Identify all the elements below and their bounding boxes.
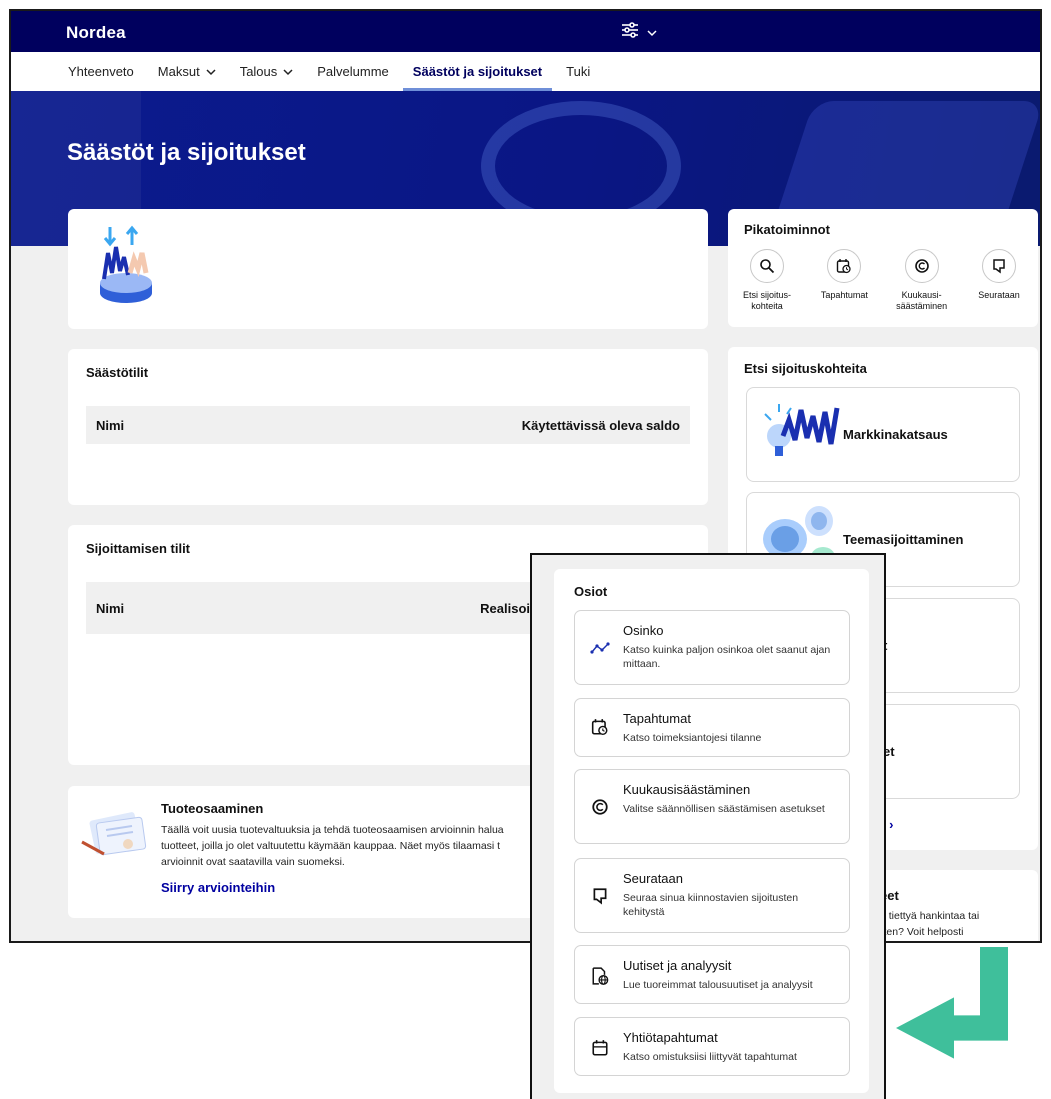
search-icon[interactable] xyxy=(750,249,784,283)
osiot-item-name: Kuukausisäästäminen xyxy=(623,782,751,797)
osiot-item-description: Katso omistuksiisi liittyvät tapahtumat xyxy=(623,1051,797,1063)
label-line: säästäminen xyxy=(896,301,948,311)
bookmark-icon xyxy=(590,886,610,906)
column-header-balance: Käytettävissä oleva saldo xyxy=(521,417,680,433)
quick-action-transactions[interactable]: Tapahtumat xyxy=(813,249,875,312)
chart-illustration-icon xyxy=(100,225,152,303)
osiot-item-company-events[interactable]: Yhtiötapahtumat Katso omistuksiisi liitt… xyxy=(574,1017,850,1076)
market-chart-illustration-icon xyxy=(764,404,840,456)
calendar-clock-icon xyxy=(590,717,610,737)
nav-item-tuki[interactable]: Tuki xyxy=(566,52,590,91)
next-card-text-line: rten? Voit helposti xyxy=(880,926,964,938)
osiot-item-dividend[interactable]: Osinko Katso kuinka paljon osinkoa olet … xyxy=(574,610,850,685)
nav-item-yhteenveto[interactable]: Yhteenveto xyxy=(68,52,134,91)
osiot-item-name: Osinko xyxy=(623,623,664,638)
recurring-icon[interactable] xyxy=(904,249,939,283)
nav-item-palvelumme[interactable]: Palvelumme xyxy=(317,52,389,91)
quick-action-monthly-saving[interactable]: Kuukausi-säästäminen xyxy=(891,249,953,312)
savings-accounts-card: Säästötilit Nimi Käytettävissä oleva sal… xyxy=(68,349,708,505)
section-title: Pikatoiminnot xyxy=(744,222,830,237)
find-item-market-review[interactable]: Markkinakatsaus xyxy=(746,387,1020,482)
quick-action-search[interactable]: Etsi sijoitus-kohteita xyxy=(736,249,798,312)
document-globe-icon xyxy=(590,966,610,986)
osiot-item-description: Katso toimeksiantojesi tilanne xyxy=(623,732,762,744)
column-header-name: Nimi xyxy=(96,600,125,616)
nav-label: Yhteenveto xyxy=(68,64,134,79)
recurring-icon xyxy=(590,797,610,817)
main-nav: Yhteenveto Maksut Talous Palvelumme Sääs… xyxy=(11,52,1040,91)
quick-action-label: Tapahtumat xyxy=(821,290,868,301)
osiot-item-description: Valitse säännöllisen säästämisen asetuks… xyxy=(623,803,825,815)
osiot-item-description: Lue tuoreimmat talousuutiset ja analyysi… xyxy=(623,979,813,991)
page-title: Säästöt ja sijoitukset xyxy=(67,139,306,166)
nav-item-talous[interactable]: Talous xyxy=(240,52,294,91)
quick-action-label: Seurataan xyxy=(978,290,1020,301)
osiot-item-news[interactable]: Uutiset ja analyysit Lue tuoreimmat talo… xyxy=(574,945,850,1004)
nordea-logo[interactable]: Nordea xyxy=(66,23,126,43)
find-item-label: Teemasijoittaminen xyxy=(843,532,964,547)
next-card-text: ä tiettyä hankintaa tai rten? Voit helpo… xyxy=(880,908,979,940)
assessments-link[interactable]: Siirry arviointeihin xyxy=(161,880,275,895)
osiot-item-following[interactable]: Seurataan Seuraa sinua kiinnostavien sij… xyxy=(574,858,850,933)
column-header-value: Realisoi xyxy=(480,600,530,616)
osiot-panel: Osiot Osinko Katso kuinka paljon osinkoa… xyxy=(530,553,886,1099)
nav-item-saastot[interactable]: Säästöt ja sijoitukset xyxy=(402,52,553,91)
find-item-label: Markkinakatsaus xyxy=(843,427,948,442)
chevron-down-icon xyxy=(283,68,293,75)
sliders-icon[interactable] xyxy=(621,21,639,42)
label-line: Etsi sijoitus- xyxy=(742,290,791,300)
quick-action-label: Etsi sijoitus-kohteita xyxy=(743,290,791,312)
label-line: kohteita xyxy=(751,301,783,311)
nav-label: Tuki xyxy=(566,64,591,79)
quick-action-label: Kuukausi-säästäminen xyxy=(896,290,947,312)
nav-label: Säästöt ja sijoitukset xyxy=(412,64,543,79)
bookmark-icon[interactable] xyxy=(981,249,1016,283)
documents-illustration-icon xyxy=(81,812,147,856)
quick-actions-list: Etsi sijoitus-kohteita Tapahtumat Kuukau… xyxy=(728,249,1038,312)
osiot-item-name: Seurataan xyxy=(623,871,683,886)
label-line: Kuukausi- xyxy=(901,290,942,300)
nav-label: Maksut xyxy=(157,64,200,79)
nav-label: Palvelumme xyxy=(317,64,389,79)
annotation-arrow-icon xyxy=(896,947,1008,1059)
nav-item-maksut[interactable]: Maksut xyxy=(158,52,216,91)
app-window: Nordea Yhteenveto Maksut Talous Palvelum… xyxy=(9,9,1042,943)
quick-action-following[interactable]: Seurataan xyxy=(968,249,1030,312)
osiot-title: Osiot xyxy=(574,584,608,599)
section-title: Sijoittamisen tilit xyxy=(86,541,191,556)
osiot-item-name: Uutiset ja analyysit xyxy=(623,958,732,973)
osiot-item-monthly-saving[interactable]: Kuukausisäästäminen Valitse säännöllisen… xyxy=(574,769,850,844)
label-line: Seurataan xyxy=(978,290,1020,300)
illustration-card xyxy=(68,209,708,329)
section-title: Etsi sijoituskohteita xyxy=(744,361,867,376)
osiot-card: Osiot Osinko Katso kuinka paljon osinkoa… xyxy=(554,569,869,1093)
settings-menu[interactable] xyxy=(621,21,657,42)
osiot-item-description: Katso kuinka paljon osinkoa olet saanut … xyxy=(623,644,831,670)
osiot-item-transactions[interactable]: Tapahtumat Katso toimeksiantojesi tilann… xyxy=(574,698,850,757)
calendar-clock-icon[interactable] xyxy=(827,249,862,283)
nav-label: Talous xyxy=(239,64,278,79)
osiot-item-name: Yhtiötapahtumat xyxy=(623,1030,718,1045)
chevron-down-icon[interactable] xyxy=(647,24,657,40)
next-card-text-line: ä tiettyä hankintaa tai xyxy=(880,910,980,922)
column-header-name: Nimi xyxy=(96,417,125,433)
osiot-item-description: Seuraa sinua kiinnostavien sijoitusten k… xyxy=(623,892,799,918)
label-line: Tapahtumat xyxy=(820,290,868,300)
chevron-down-icon xyxy=(206,68,216,75)
calendar-icon xyxy=(590,1038,610,1058)
top-bar: Nordea xyxy=(11,11,1040,52)
line-graph-icon xyxy=(590,638,610,658)
table-header: Nimi Käytettävissä oleva saldo xyxy=(86,406,690,444)
section-title: Säästötilit xyxy=(86,365,149,380)
osiot-item-name: Tapahtumat xyxy=(623,711,691,726)
quick-actions-card: Pikatoiminnot Etsi sijoitus-kohteita Tap… xyxy=(728,209,1038,327)
product-title: Tuoteosaaminen xyxy=(161,801,264,816)
chevron-right-icon: › xyxy=(889,817,894,832)
